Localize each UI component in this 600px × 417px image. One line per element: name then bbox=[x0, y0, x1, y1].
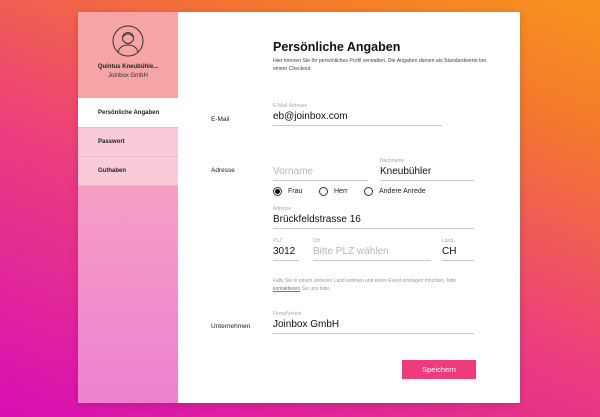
section-label-address: Adresse bbox=[211, 167, 235, 174]
contact-link[interactable]: kontaktieren bbox=[273, 286, 300, 292]
company-field[interactable]: Firma/Verein Joinbox GmbH bbox=[273, 311, 474, 334]
city-field-underline bbox=[313, 260, 431, 261]
street-field[interactable]: Adresse Brückfeldstrasse 16 bbox=[273, 206, 474, 229]
profile-name: Quintus Kneubühle... bbox=[97, 64, 159, 70]
radio-selected-icon bbox=[273, 187, 282, 196]
street-field-underline bbox=[273, 228, 474, 229]
radio-label: Andere Anrede bbox=[379, 188, 426, 195]
email-field-label: E-Mail-Adresse bbox=[273, 103, 308, 109]
email-field-value: eb@joinbox.com bbox=[273, 111, 348, 122]
radio-unselected-icon bbox=[319, 187, 328, 196]
sidebar-item-label: Guthaben bbox=[98, 168, 126, 174]
sidebar-item-label: Persönliche Angaben bbox=[98, 109, 160, 116]
street-field-value: Brückfeldstrasse 16 bbox=[273, 214, 361, 225]
sidebar-item-password[interactable]: Passwort bbox=[78, 128, 178, 157]
company-field-label: Firma/Verein bbox=[273, 311, 302, 317]
country-field-label: Land bbox=[442, 238, 454, 244]
firstname-placeholder: Vorname bbox=[273, 166, 314, 177]
city-field-label: Ort bbox=[313, 238, 320, 244]
page-description: Hier können Sie Ihr persönliches Profil … bbox=[273, 58, 487, 72]
address-note: Falls Sie in einem anderen Land wohnen u… bbox=[273, 278, 457, 292]
sidebar-item-label: Passwort bbox=[98, 139, 125, 145]
salutation-radio-frau[interactable]: Frau bbox=[273, 187, 302, 196]
country-field[interactable]: Land CH bbox=[442, 238, 474, 261]
zip-field-underline bbox=[273, 260, 299, 261]
page-title: Persönliche Angaben bbox=[273, 40, 401, 54]
lastname-field-value: Kneubühler bbox=[380, 166, 432, 177]
email-field[interactable]: E-Mail-Adresse eb@joinbox.com bbox=[273, 103, 442, 126]
radio-unselected-icon bbox=[364, 187, 373, 196]
profile-card: Quintus Kneubühle... Joinbox GmbH Persön… bbox=[78, 12, 520, 403]
sidebar-item-credit[interactable]: Guthaben bbox=[78, 157, 178, 186]
city-field-placeholder: Bitte PLZ wählen bbox=[313, 246, 389, 257]
zip-field-value: 3012 bbox=[273, 246, 296, 257]
lastname-field-label: Nachname bbox=[380, 158, 405, 164]
sidebar: Quintus Kneubühle... Joinbox GmbH Persön… bbox=[78, 12, 178, 403]
country-field-value: CH bbox=[442, 246, 457, 257]
profile-header: Quintus Kneubühle... Joinbox GmbH bbox=[78, 12, 178, 98]
country-field-underline bbox=[442, 260, 474, 261]
section-label-email: E-Mail bbox=[211, 116, 230, 123]
company-field-value: Joinbox GmbH bbox=[273, 319, 340, 330]
street-field-label: Adresse bbox=[273, 206, 292, 212]
radio-label: Herr bbox=[334, 188, 348, 195]
email-field-underline bbox=[273, 125, 442, 126]
main-content: Persönliche Angaben Hier können Sie Ihr … bbox=[178, 12, 520, 403]
city-field[interactable]: Ort Bitte PLZ wählen bbox=[313, 238, 431, 261]
user-avatar-icon bbox=[112, 25, 144, 57]
company-field-underline bbox=[273, 333, 474, 334]
firstname-field[interactable]: Vorname bbox=[273, 158, 368, 181]
firstname-field-underline bbox=[273, 180, 368, 181]
profile-company: Joinbox GmbH bbox=[108, 73, 148, 79]
section-label-company: Unternehmen bbox=[211, 323, 251, 330]
lastname-field-underline bbox=[380, 180, 474, 181]
save-button[interactable]: Speichern bbox=[402, 360, 476, 379]
sidebar-item-personal[interactable]: Persönliche Angaben bbox=[78, 98, 178, 128]
radio-label: Frau bbox=[288, 188, 303, 195]
zip-field-label: PLZ bbox=[273, 238, 283, 244]
salutation-radio-herr[interactable]: Herr bbox=[319, 187, 348, 196]
zip-field[interactable]: PLZ 3012 bbox=[273, 238, 299, 261]
lastname-field[interactable]: Nachname Kneubühler bbox=[380, 158, 474, 181]
salutation-radio-other[interactable]: Andere Anrede bbox=[364, 187, 426, 196]
